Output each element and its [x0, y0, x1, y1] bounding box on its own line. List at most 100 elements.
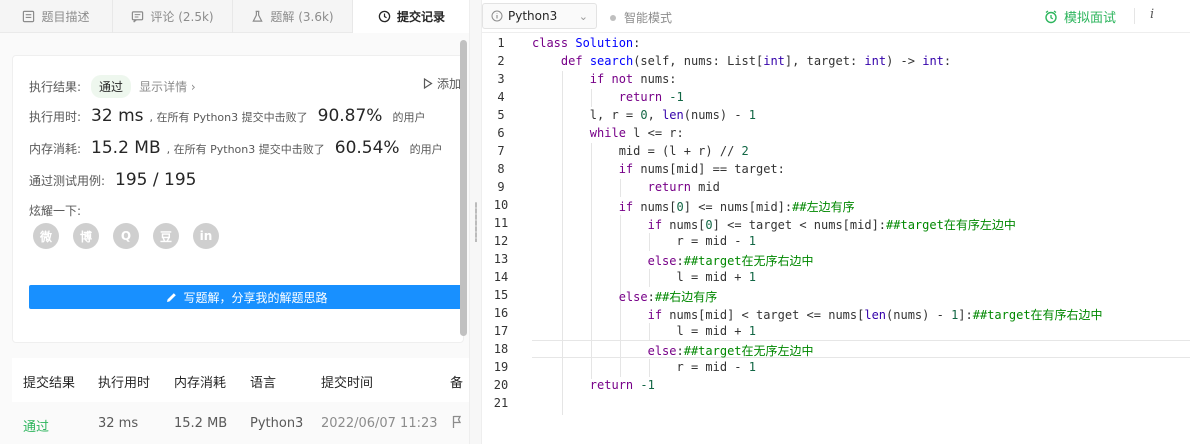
info-circle-icon — [491, 10, 503, 22]
line-number: 13 — [493, 252, 509, 266]
header-runtime[interactable]: 执行用时 — [98, 372, 150, 391]
write-solution-button[interactable]: 写题解，分享我的解题思路 — [29, 285, 465, 309]
tab-description[interactable]: 题目描述 — [0, 0, 113, 33]
header-notes[interactable]: 备 — [450, 372, 463, 391]
line-number: 18 — [493, 342, 509, 356]
memory-users-text: 的用户 — [409, 143, 443, 156]
code-line: if nums[0] <= target < nums[mid]:##targe… — [647, 218, 1016, 232]
line-number: 5 — [497, 108, 505, 122]
tab-submissions-label: 提交记录 — [396, 10, 445, 24]
tab-comments-label: 评论 (2.5k) — [150, 10, 214, 24]
code-editor[interactable]: 1 2 3 4 5 6 7 8 9 10 11 12 13 14 15 16 1… — [482, 33, 1190, 444]
cell-result[interactable]: 通过 — [23, 416, 49, 435]
code-line: if nums[0] <= nums[mid]:##左边有序 — [618, 200, 855, 214]
status-row: 执行结果: 通过 显示详情 › — [29, 75, 196, 98]
line-number: 10 — [493, 198, 509, 212]
cell-memory: 15.2 MB — [174, 416, 228, 431]
add-link[interactable]: 添加 — [423, 75, 461, 92]
code-line: if nums[mid] == target: — [618, 162, 785, 176]
line-number: 20 — [493, 378, 509, 392]
show-details-link[interactable]: 显示详情 › — [139, 78, 196, 95]
testcases-label: 通过测试用例: — [29, 174, 106, 188]
clock-icon — [378, 10, 391, 23]
drag-handle-icon — [474, 202, 477, 242]
runtime-percentile: 90.87% — [317, 106, 383, 126]
result-card: 执行结果: 通过 显示详情 › 添加 执行用时: 32 ms , 在所有 Pyt… — [12, 55, 465, 343]
header-language[interactable]: 语言 — [250, 372, 276, 391]
smart-mode-toggle[interactable]: 智能模式 — [610, 9, 672, 26]
flag-icon[interactable] — [452, 415, 462, 429]
memory-value: 15.2 MB — [91, 138, 161, 158]
code-line: def search(self, nums: List[int], target… — [560, 54, 952, 68]
testcases-row: 通过测试用例: 195 / 195 — [29, 170, 202, 190]
code-line: l, r = 0, len(nums) - 1 — [532, 108, 757, 122]
line-number: 6 — [497, 126, 505, 140]
language-label: Python3 — [508, 9, 558, 23]
weibo-icon[interactable]: 博 — [73, 223, 99, 249]
cell-runtime: 32 ms — [98, 416, 139, 431]
runtime-text: , 在所有 Python3 提交中击败了 — [149, 111, 308, 124]
memory-row: 内存消耗: 15.2 MB , 在所有 Python3 提交中击败了 60.54… — [29, 138, 443, 158]
scrollbar[interactable] — [460, 40, 467, 336]
write-solution-label: 写题解，分享我的解题思路 — [183, 290, 328, 305]
info-button[interactable]: i — [1150, 7, 1154, 22]
qq-icon[interactable]: Q — [113, 223, 139, 249]
memory-text: , 在所有 Python3 提交中击败了 — [166, 143, 325, 156]
line-number: 3 — [497, 72, 505, 86]
tab-solutions-label: 题解 (3.6k) — [270, 10, 334, 24]
line-number: 2 — [497, 54, 505, 68]
header-time[interactable]: 提交时间 — [321, 372, 373, 391]
tab-submissions[interactable]: 提交记录 — [353, 0, 469, 33]
line-number: 15 — [493, 288, 509, 302]
cell-time: 2022/06/07 11:23 — [321, 416, 438, 431]
code-line: class Solution: — [532, 36, 641, 50]
line-number: 12 — [493, 234, 509, 248]
line-number: 9 — [497, 180, 505, 194]
header-result[interactable]: 提交结果 — [23, 372, 75, 391]
pencil-icon — [167, 292, 177, 302]
linkedin-icon[interactable]: in — [193, 223, 219, 249]
runtime-value: 32 ms — [91, 106, 144, 126]
code-line: return -1 — [589, 378, 655, 392]
cell-language: Python3 — [250, 416, 304, 431]
editor-toolbar: Python3 ⌄ 智能模式 模拟面试 i — [482, 0, 1190, 33]
share-icons: 微 博 Q 豆 in — [33, 223, 219, 249]
line-number: 21 — [493, 396, 509, 410]
add-link-label: 添加 — [436, 77, 461, 91]
line-number: 19 — [493, 360, 509, 374]
code-line: while l <= r: — [589, 126, 684, 140]
wechat-icon[interactable]: 微 — [33, 223, 59, 249]
line-number: 8 — [497, 162, 505, 176]
runtime-label: 执行用时: — [29, 110, 82, 124]
tab-comments[interactable]: 评论 (2.5k) — [113, 0, 233, 33]
mock-interview-button[interactable]: 模拟面试 — [1044, 7, 1116, 26]
line-number: 1 — [497, 36, 505, 50]
code-line: if not nums: — [589, 72, 677, 86]
memory-percentile: 60.54% — [334, 138, 400, 158]
submission-panel: 题目描述 评论 (2.5k) 题解 (3.6k) 提交记录 执行结果: 通过 显… — [0, 0, 470, 444]
pane-divider[interactable] — [470, 0, 482, 444]
code-line: else:##右边有序 — [618, 290, 718, 304]
smart-mode-label: 智能模式 — [624, 11, 673, 25]
line-number: 7 — [497, 144, 505, 158]
language-select[interactable]: Python3 ⌄ — [482, 3, 597, 29]
runtime-row: 执行用时: 32 ms , 在所有 Python3 提交中击败了 90.87% … — [29, 106, 425, 126]
code-line: else:##target在无序右边中 — [647, 254, 814, 268]
douban-icon[interactable]: 豆 — [153, 223, 179, 249]
mock-interview-label: 模拟面试 — [1064, 11, 1117, 26]
status-badge: 通过 — [91, 75, 132, 98]
description-icon — [23, 10, 35, 23]
runtime-users-text: 的用户 — [392, 111, 426, 124]
flask-icon — [252, 10, 264, 22]
code-line: return mid — [647, 180, 720, 194]
header-memory[interactable]: 内存消耗 — [174, 372, 226, 391]
tab-solutions[interactable]: 题解 (3.6k) — [233, 0, 353, 33]
line-number: 17 — [493, 324, 509, 338]
comment-icon — [132, 11, 144, 23]
code-line: l = mid + 1 — [532, 324, 756, 338]
submissions-table: 提交结果 执行用时 内存消耗 语言 提交时间 备 通过 32 ms 15.2 M… — [12, 358, 469, 444]
memory-label: 内存消耗: — [29, 142, 82, 156]
code-line: mid = (l + r) // 2 — [532, 144, 749, 158]
share-label: 炫耀一下: — [29, 204, 82, 218]
